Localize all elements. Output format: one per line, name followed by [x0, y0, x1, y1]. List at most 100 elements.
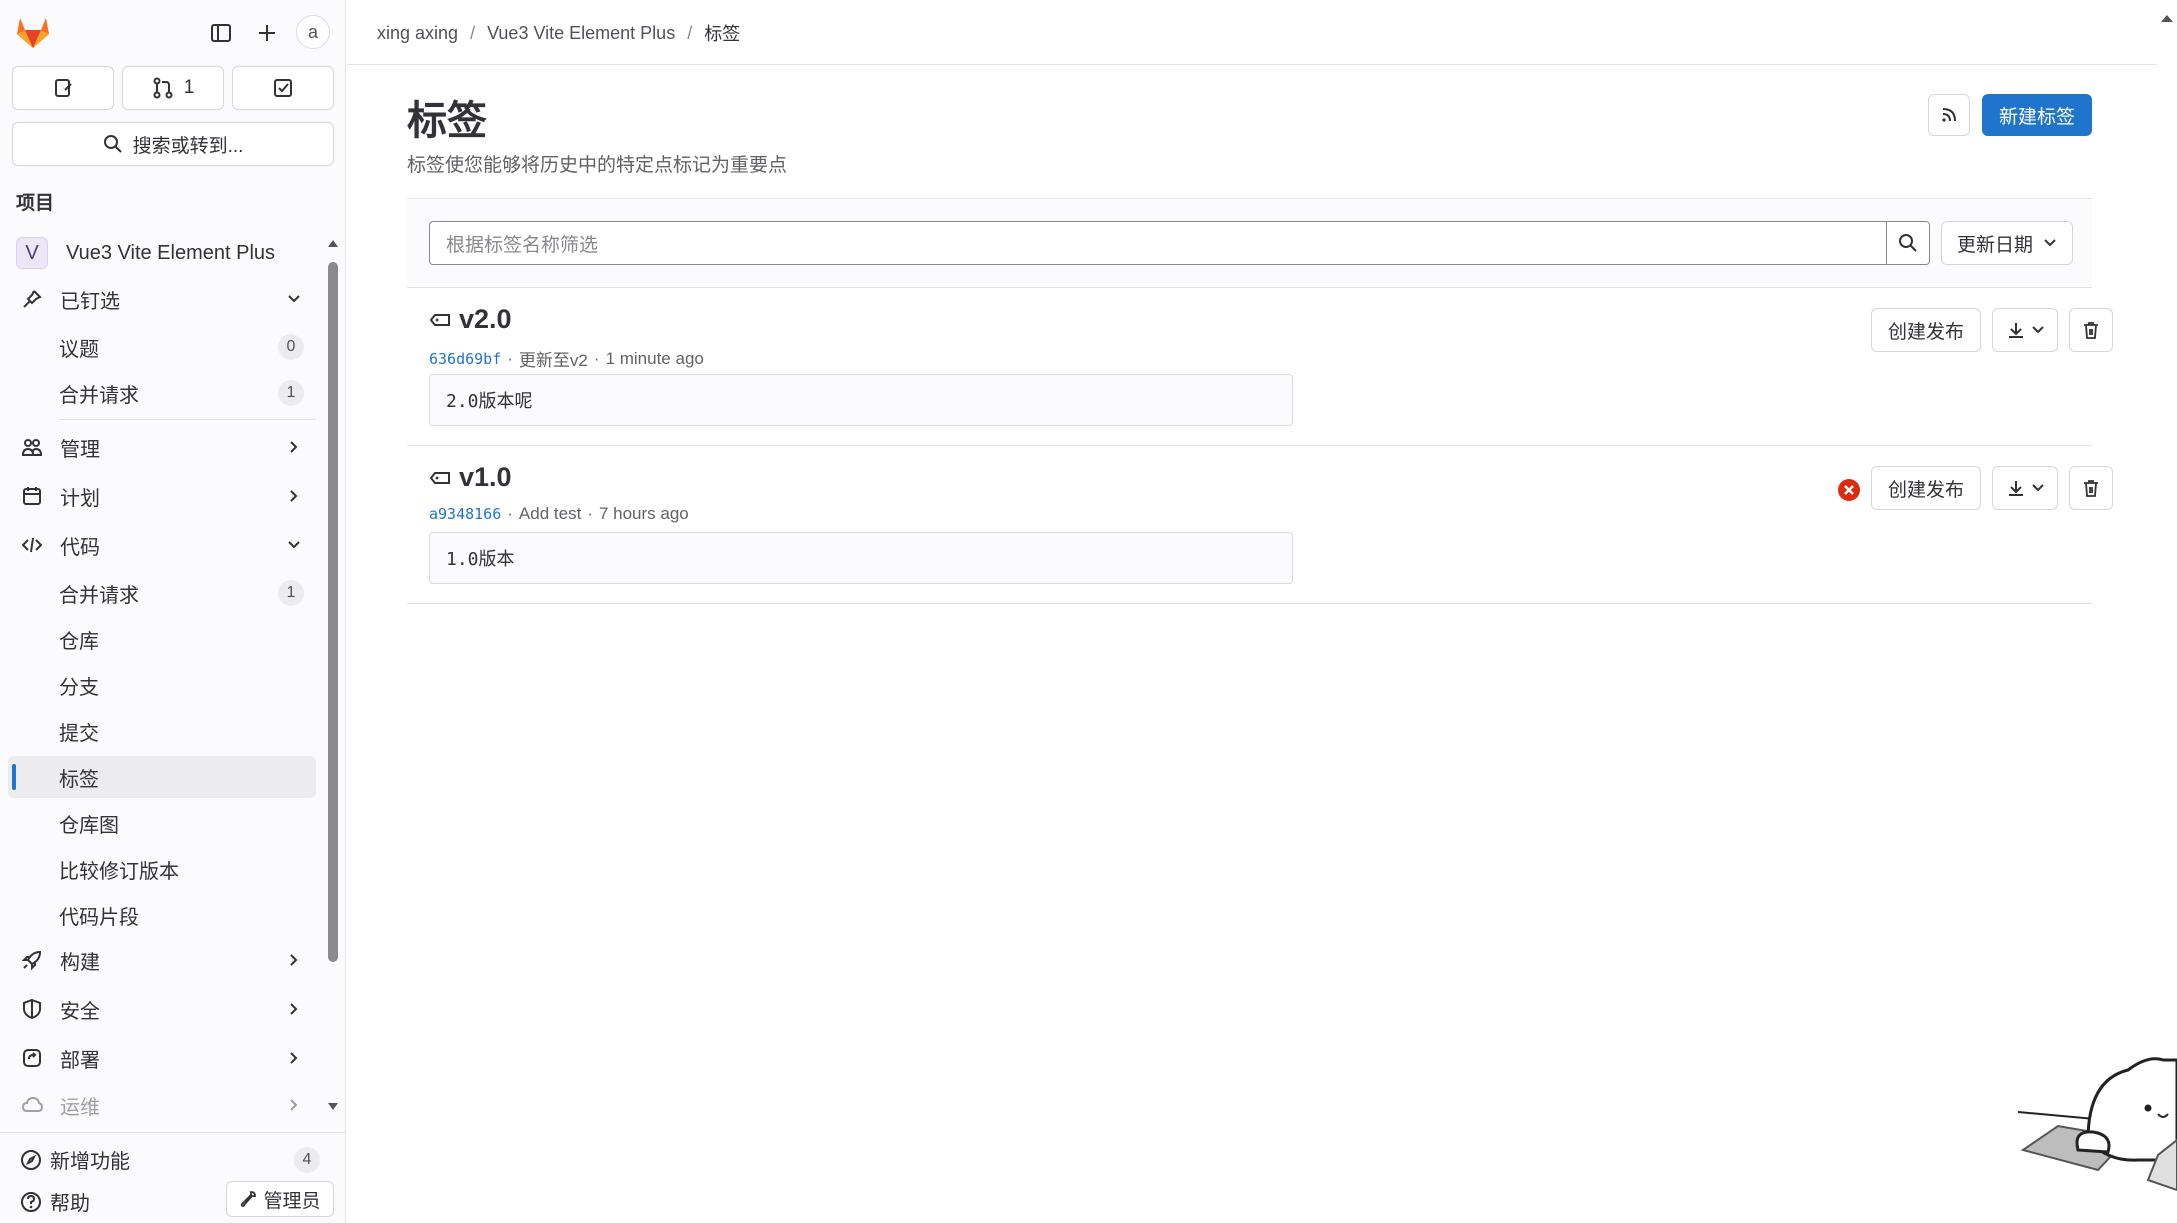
breadcrumb-project[interactable]: Vue3 Vite Element Plus — [487, 23, 675, 44]
tag-name-link[interactable]: v1.0 — [459, 462, 512, 493]
tag-filter-input[interactable]: 根据标签名称筛选 — [429, 221, 1887, 265]
nav-manage-label: 管理 — [60, 438, 100, 461]
sidebar-nav: V Vue3 Vite Element Plus 已钉选 议题 0 合并请求 1… — [0, 228, 346, 1118]
tag-icon — [429, 313, 450, 326]
todos-count-button[interactable] — [232, 66, 334, 110]
nav-code-label: 代码 — [60, 536, 100, 559]
code-item-merge-requests[interactable]: 合并请求 1 — [8, 572, 316, 614]
code-item-compare[interactable]: 比较修订版本 — [8, 848, 316, 890]
delete-tag-button[interactable] — [2069, 308, 2113, 352]
new-tag-button[interactable]: 新建标签 — [1982, 94, 2092, 136]
code-item-label: 合并请求 — [59, 584, 139, 607]
code-item-label: 仓库图 — [59, 814, 119, 837]
code-item-label: 提交 — [59, 722, 99, 745]
commit-sha-link[interactable]: a9348166 — [429, 505, 501, 523]
commit-time: 7 hours ago — [598, 504, 689, 523]
code-item-label: 分支 — [59, 676, 99, 699]
count-badge: 4 — [294, 1146, 320, 1173]
trash-icon — [2084, 322, 2098, 339]
project-name: Vue3 Vite Element Plus — [66, 241, 276, 264]
issues-count-button[interactable] — [12, 66, 114, 110]
code-item-label: 比较修订版本 — [59, 860, 179, 883]
scroll-down-arrow-icon[interactable] — [326, 1100, 340, 1114]
code-item-repository-graph[interactable]: 仓库图 — [8, 802, 316, 844]
create-release-button[interactable]: 创建发布 — [1871, 466, 1981, 510]
merge-requests-count-button[interactable]: 1 — [122, 66, 224, 110]
nav-build[interactable]: 构建 — [8, 939, 316, 981]
commit-title-link[interactable]: 更新至v2 — [519, 346, 588, 371]
tag-meta: a9348166 · Add test · 7 hours ago — [429, 504, 689, 524]
commit-sha-link[interactable]: 636d69bf — [429, 350, 501, 368]
chevron-right-icon — [282, 484, 306, 508]
avatar[interactable]: a — [296, 15, 330, 49]
admin-label: 管理员 — [263, 1190, 321, 1212]
sidebar-toggle-icon[interactable] — [204, 16, 238, 50]
code-icon — [18, 531, 46, 559]
project-link[interactable]: V Vue3 Vite Element Plus — [8, 232, 316, 274]
rocket-icon — [18, 946, 46, 974]
nav-pinned-label: 已钉选 — [60, 290, 120, 313]
download-dropdown[interactable] — [1992, 466, 2058, 510]
sidebar: a 1 搜索或转到... 项目 V Vue3 Vite Element Plus… — [0, 0, 346, 1223]
scroll-thumb[interactable] — [328, 262, 338, 962]
code-item-label: 代码片段 — [59, 906, 139, 929]
sort-dropdown[interactable]: 更新日期 — [1941, 221, 2073, 265]
chevron-right-icon — [282, 1093, 306, 1117]
sidebar-counts: 1 — [12, 66, 334, 110]
plus-icon[interactable] — [250, 16, 284, 50]
breadcrumb-current[interactable]: 标签 — [704, 20, 740, 46]
calendar-icon — [18, 482, 46, 510]
tag-row: v1.0 a9348166 · Add test · 7 hours ago 1… — [407, 446, 2113, 604]
tag-message: 1.0版本 — [429, 532, 1293, 584]
pipeline-failed-icon[interactable] — [1837, 478, 1861, 502]
wrench-icon — [241, 1191, 257, 1207]
help-link[interactable]: 帮助 — [20, 1187, 90, 1216]
code-item-branches[interactable]: 分支 — [8, 664, 316, 706]
commit-time: 1 minute ago — [605, 348, 704, 368]
meta-separator: · — [587, 504, 593, 523]
create-release-button[interactable]: 创建发布 — [1871, 308, 1981, 352]
nav-deploy[interactable]: 部署 — [8, 1037, 316, 1079]
delete-tag-button[interactable] — [2069, 466, 2113, 510]
meta-separator: · — [507, 348, 513, 368]
code-item-tags[interactable]: 标签 — [8, 756, 316, 798]
nav-pinned[interactable]: 已钉选 — [8, 278, 316, 320]
code-item-repository[interactable]: 仓库 — [8, 618, 316, 660]
commit-title-link[interactable]: Add test — [519, 504, 581, 524]
admin-button[interactable]: 管理员 — [226, 1181, 334, 1217]
whats-new-link[interactable]: 新增功能 4 — [20, 1145, 320, 1174]
download-dropdown[interactable] — [1992, 308, 2058, 352]
breadcrumb-user[interactable]: xing axing — [377, 23, 458, 44]
sidebar-header: a — [0, 0, 346, 60]
rss-button[interactable] — [1928, 94, 1970, 136]
gitlab-logo-icon[interactable] — [14, 14, 52, 50]
pinned-item-merge-requests[interactable]: 合并请求 1 — [8, 372, 316, 414]
filter-search-button[interactable] — [1886, 221, 1930, 265]
pinned-item-issues[interactable]: 议题 0 — [8, 326, 316, 368]
count-badge: 0 — [278, 334, 304, 360]
divider — [58, 419, 316, 420]
chevron-down-icon — [2044, 239, 2056, 247]
project-avatar: V — [16, 237, 48, 269]
breadcrumb-separator: / — [470, 22, 476, 43]
nav-operate[interactable]: 运维 — [8, 1084, 316, 1118]
chevron-down-icon — [282, 533, 306, 557]
code-item-commits[interactable]: 提交 — [8, 710, 316, 752]
tag-meta: 636d69bf · 更新至v2 · 1 minute ago — [429, 346, 704, 371]
scroll-up-arrow-icon[interactable] — [2160, 10, 2174, 28]
code-item-snippets[interactable]: 代码片段 — [8, 894, 316, 936]
nav-code[interactable]: 代码 — [8, 524, 316, 566]
nav-manage[interactable]: 管理 — [8, 426, 316, 468]
search-icon — [1899, 234, 1917, 252]
scroll-up-arrow-icon[interactable] — [326, 236, 340, 250]
nav-secure[interactable]: 安全 — [8, 988, 316, 1030]
nav-plan-label: 计划 — [60, 487, 100, 510]
chevron-right-icon — [282, 435, 306, 459]
tag-name-link[interactable]: v2.0 — [459, 304, 512, 335]
main-content: xing axing / Vue3 Vite Element Plus / 标签… — [347, 0, 2157, 1223]
pin-icon — [18, 285, 46, 313]
search-button[interactable]: 搜索或转到... — [12, 122, 334, 166]
sidebar-scrollbar[interactable] — [326, 236, 340, 1116]
count-badge: 1 — [278, 380, 304, 406]
nav-plan[interactable]: 计划 — [8, 475, 316, 517]
